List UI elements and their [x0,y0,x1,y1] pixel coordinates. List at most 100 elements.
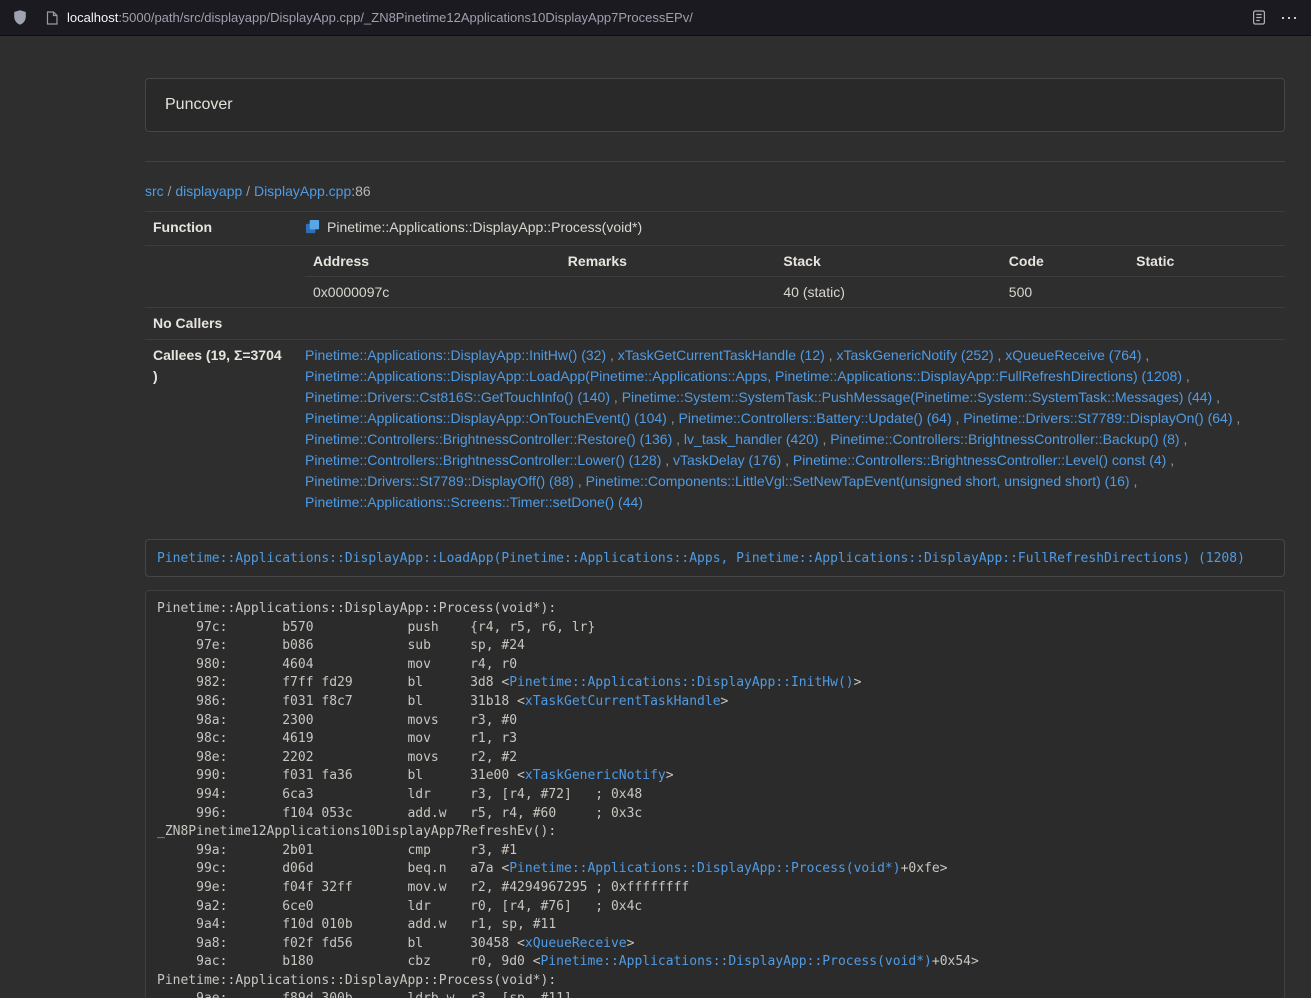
stat-remarks [560,277,776,308]
callee-link[interactable]: Pinetime::Applications::DisplayApp::OnTo… [305,410,667,426]
callee-link[interactable]: Pinetime::Controllers::BrightnessControl… [793,452,1166,468]
breadcrumb-link[interactable]: DisplayApp.cpp [254,183,351,199]
browser-chrome: localhost:5000/path/src/displayapp/Displ… [0,0,1311,36]
callee-separator: , [994,347,1006,363]
stat-stack: 40 (static) [775,277,1000,308]
breadcrumb-separator: / [242,183,254,199]
callee-link[interactable]: xQueueReceive (764) [1005,347,1141,363]
callee-link[interactable]: Pinetime::Applications::Screens::Timer::… [305,494,643,510]
asm-text: 982: f7ff fd29 bl 3d8 < [157,675,509,690]
callee-link[interactable]: Pinetime::System::SystemTask::PushMessag… [622,389,1213,405]
callee-link[interactable]: lv_task_handler (420) [684,431,819,447]
divider [145,161,1285,162]
callee-link[interactable]: Pinetime::Applications::DisplayApp::Load… [305,368,1182,384]
asm-line: 9ae: f89d 300b ldrb.w r3, [sp, #11] [157,990,1273,998]
asm-text: 98a: 2300 movs r3, #0 [157,713,517,728]
asm-symbol-link[interactable]: xTaskGenericNotify [525,768,666,783]
shield-icon[interactable] [12,9,28,26]
asm-line: 98a: 2300 movs r3, #0 [157,712,1273,731]
asm-line: 9a2: 6ce0 ldr r0, [r4, #76] ; 0x4c [157,898,1273,917]
asm-line: Pinetime::Applications::DisplayApp::Proc… [157,972,1273,991]
reader-view-icon[interactable] [1252,10,1266,25]
asm-text: > [666,768,674,783]
asm-line: 99a: 2b01 cmp r3, #1 [157,842,1273,861]
stats-data-row: 0x0000097c 40 (static) 500 [305,277,1285,308]
callee-separator: , [667,410,679,426]
callee-separator: , [1212,389,1220,405]
col-remarks: Remarks [560,246,776,277]
callee-separator: , [610,389,622,405]
asm-text: +0x54> [932,954,979,969]
callee-separator: , [952,410,964,426]
callee-link[interactable]: Pinetime::Controllers::Battery::Update()… [679,410,952,426]
asm-text: Pinetime::Applications::DisplayApp::Proc… [157,973,556,988]
breadcrumb-link[interactable]: displayapp [175,183,242,199]
url-bar[interactable]: localhost:5000/path/src/displayapp/Displ… [42,4,1238,32]
col-stack: Stack [775,246,1000,277]
col-static: Static [1128,246,1285,277]
asm-line: 98e: 2202 movs r2, #2 [157,749,1273,768]
stats-cell: Address Remarks Stack Code Static 0x0000… [297,246,1285,308]
asm-symbol-link[interactable]: xTaskGetCurrentTaskHandle [525,694,721,709]
callee-separator: , [606,347,618,363]
asm-text: > [854,675,862,690]
asm-text: > [627,936,635,951]
asm-symbol-link[interactable]: Pinetime::Applications::DisplayApp::Init… [509,675,853,690]
callee-separator: , [781,452,793,468]
asm-line: 994: 6ca3 ldr r3, [r4, #72] ; 0x48 [157,786,1273,805]
asm-symbol-link[interactable]: Pinetime::Applications::DisplayApp::Proc… [509,861,900,876]
callee-link[interactable]: xTaskGenericNotify (252) [836,347,993,363]
callee-link[interactable]: Pinetime::Drivers::St7789::DisplayOn() (… [963,410,1232,426]
callees-cell: Pinetime::Applications::DisplayApp::Init… [297,340,1285,519]
callee-link[interactable]: Pinetime::Applications::DisplayApp::Init… [305,347,606,363]
breadcrumb-links: src / displayapp / DisplayApp.cpp [145,183,351,199]
asm-text: 99a: 2b01 cmp r3, #1 [157,843,517,858]
asm-line: 996: f104 053c add.w r5, r4, #60 ; 0x3c [157,805,1273,824]
disassembly: Pinetime::Applications::DisplayApp::Proc… [145,590,1285,998]
callee-link[interactable]: Pinetime::Controllers::BrightnessControl… [830,431,1179,447]
asm-text: > [721,694,729,709]
callee-link[interactable]: vTaskDelay (176) [673,452,781,468]
col-code: Code [1001,246,1128,277]
callee-link[interactable]: Pinetime::Components::LittleVgl::SetNewT… [586,473,1130,489]
breadcrumb-line-number: :86 [351,183,370,199]
asm-line: 980: 4604 mov r4, r0 [157,656,1273,675]
callee-link[interactable]: xTaskGetCurrentTaskHandle (12) [618,347,825,363]
asm-symbol-link[interactable]: xQueueReceive [525,936,627,951]
no-callers-row: No Callers [145,308,1285,340]
callee-link[interactable]: Pinetime::Drivers::Cst816S::GetTouchInfo… [305,389,610,405]
callee-separator: , [819,431,831,447]
callee-link[interactable]: Pinetime::Controllers::BrightnessControl… [305,431,672,447]
asm-line: 9a4: f10d 010b add.w r1, sp, #11 [157,916,1273,935]
asm-line: Pinetime::Applications::DisplayApp::Proc… [157,600,1273,619]
asm-text: _ZN8Pinetime12Applications10DisplayApp7R… [157,824,556,839]
stat-code: 500 [1001,277,1128,308]
callee-link[interactable]: Pinetime::Controllers::BrightnessControl… [305,452,661,468]
more-options-icon[interactable]: ⋯ [1280,9,1299,27]
breadcrumb-link[interactable]: src [145,183,164,199]
no-callers-label: No Callers [145,308,297,340]
asm-text: 98e: 2202 movs r2, #2 [157,750,517,765]
asm-symbol-link[interactable]: Pinetime::Applications::DisplayApp::Proc… [541,954,932,969]
callee-separator: , [1182,368,1190,384]
url-host: localhost [67,10,118,25]
asm-line: 982: f7ff fd29 bl 3d8 <Pinetime::Applica… [157,674,1273,693]
asm-line: 986: f031 f8c7 bl 31b18 <xTaskGetCurrent… [157,693,1273,712]
callee-separator: , [1130,473,1138,489]
function-table: Function Pinetime::Applications::Display… [145,211,1285,518]
asm-line: 9ac: b180 cbz r0, 9d0 <Pinetime::Applica… [157,953,1273,972]
asm-text: 98c: 4619 mov r1, r3 [157,731,517,746]
breadcrumb: src / displayapp / DisplayApp.cpp:86 [145,181,1285,201]
asm-text: 980: 4604 mov r4, r0 [157,657,517,672]
stats-spacer-cell [145,246,297,308]
stat-static [1128,277,1285,308]
app-title: Puncover [165,94,1265,116]
callee-heading-link[interactable]: Pinetime::Applications::DisplayApp::Load… [157,551,1245,566]
callee-separator: , [1166,452,1174,468]
asm-line: _ZN8Pinetime12Applications10DisplayApp7R… [157,823,1273,842]
stat-address: 0x0000097c [305,277,560,308]
callees-row: Callees (19, Σ=3704 ) Pinetime::Applicat… [145,340,1285,519]
callee-link[interactable]: Pinetime::Drivers::St7789::DisplayOff() … [305,473,574,489]
col-address: Address [305,246,560,277]
callee-separator: , [574,473,586,489]
